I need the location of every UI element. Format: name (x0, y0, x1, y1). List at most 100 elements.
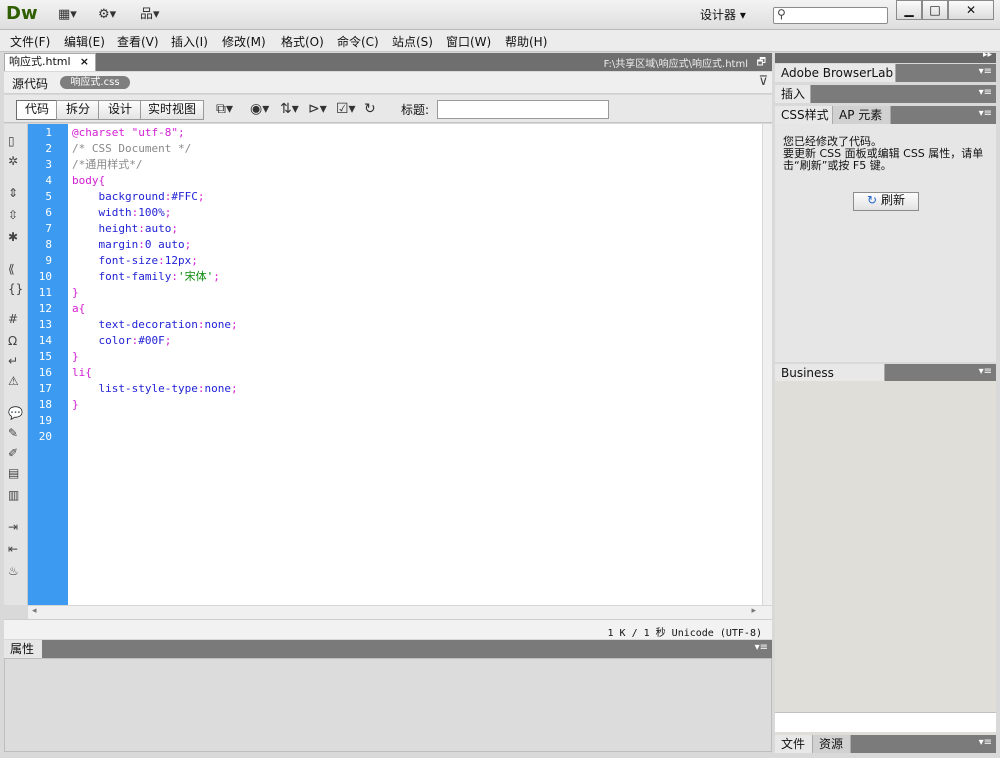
menu-commands[interactable]: 命令(C) (337, 33, 379, 50)
properties-panel-header: 属性 ▾≡ (4, 640, 772, 658)
browserlab-options-icon[interactable]: ▾≡ (979, 66, 992, 77)
line-number: 3 (45, 158, 52, 171)
related-file-css[interactable]: 响应式.css (60, 76, 130, 89)
file-info: 1 K / 1 秒 Unicode (UTF-8) (607, 628, 763, 639)
insert-tab[interactable]: 插入 (775, 85, 811, 103)
business-catalyst-panel-header: Business Catalyst ▾≡ (775, 364, 996, 398)
open-documents-icon[interactable]: ▯ (8, 134, 15, 148)
w3c-validation-icon[interactable]: ⊳▾ (308, 99, 327, 119)
multiscreen-icon[interactable]: ⧉▾ (216, 99, 233, 119)
workspace-switcher[interactable]: 设计器 ▾ (700, 6, 746, 24)
properties-tab[interactable]: 属性 (4, 640, 42, 658)
refresh-button-label: 刷新 (880, 193, 905, 207)
balance-braces-icon[interactable]: {} (8, 282, 23, 296)
code-line: } (72, 349, 79, 365)
apply-comment-icon[interactable]: 💬 (8, 406, 23, 420)
menu-help[interactable]: 帮助(H) (505, 33, 547, 50)
browserlab-tab[interactable]: Adobe BrowserLab (775, 64, 896, 82)
refresh-icon: ↻ (867, 193, 878, 207)
horizontal-scrollbar[interactable]: ◂ ▸ (28, 605, 772, 619)
code-token: margin (72, 238, 139, 251)
collapse-panels-icon[interactable]: ▸▸ (983, 50, 992, 60)
code-view-button[interactable]: 代码 (16, 100, 58, 120)
search-input[interactable]: ⚲ (773, 7, 888, 24)
title-input[interactable] (437, 100, 609, 119)
insert-panel-header: 插入 ▾≡ (775, 85, 996, 103)
code-token: height (72, 222, 139, 235)
application-bar: Dw ▦▾ ⚙▾ 品▾ 设计器 ▾ ⚲ ▁ □ ✕ (0, 0, 1000, 30)
extend-gear-icon[interactable]: ⚙▾ (98, 6, 116, 24)
business-catalyst-options-icon[interactable]: ▾≡ (979, 366, 992, 377)
maximize-button[interactable]: □ (922, 0, 948, 20)
code-line: } (72, 397, 79, 413)
layout-icon[interactable]: ▦▾ (58, 6, 77, 24)
css-styles-tab[interactable]: CSS样式 (775, 106, 833, 124)
move-css-icon[interactable]: ▥ (8, 488, 19, 502)
line-number-gutter: 1 2 3 4 5 6 7 8 9 10 11 12 13 14 15 16 17 18 19 20 (28, 124, 68, 605)
refresh-design-icon[interactable]: ↻ (364, 99, 376, 119)
format-source-icon[interactable]: ♨ (8, 564, 19, 578)
insert-options-icon[interactable]: ▾≡ (979, 87, 992, 98)
design-view-button[interactable]: 设计 (98, 100, 142, 120)
assets-tab[interactable]: 资源 (813, 735, 851, 753)
close-window-button[interactable]: ✕ (948, 0, 994, 20)
scroll-left-icon[interactable]: ◂ (32, 606, 37, 616)
document-tab[interactable]: 响应式.html × (4, 53, 96, 71)
code-token: li{ (72, 366, 92, 379)
line-number: 9 (45, 254, 52, 267)
line-number: 20 (38, 430, 52, 443)
line-number: 10 (38, 270, 52, 283)
preview-browser-icon[interactable]: ◉▾ (250, 99, 269, 119)
outdent-code-icon[interactable]: ⇤ (8, 542, 18, 556)
word-wrap-icon[interactable]: ↵ (8, 354, 18, 368)
wrap-tag-icon[interactable]: ✐ (8, 446, 18, 460)
business-catalyst-tab[interactable]: Business Catalyst (775, 364, 885, 398)
css-options-icon[interactable]: ▾≡ (979, 108, 992, 119)
source-code-tab[interactable]: 源代码 (12, 75, 48, 92)
menu-file[interactable]: 文件(F) (10, 33, 50, 50)
show-code-navigator-icon[interactable]: ✲ (8, 154, 18, 168)
menu-format[interactable]: 格式(O) (281, 33, 324, 50)
scroll-right-icon[interactable]: ▸ (751, 606, 756, 616)
recent-snippets-icon[interactable]: ▤ (8, 466, 19, 480)
live-view-button[interactable]: 实时视图 (140, 100, 204, 120)
select-parent-tag-icon[interactable]: ⟪ (8, 262, 15, 276)
syntax-error-alerts-icon[interactable]: ⚠ (8, 374, 19, 388)
collapse-selection-icon[interactable]: ⇳ (8, 208, 18, 222)
vertical-scrollbar[interactable] (762, 124, 772, 605)
menu-edit[interactable]: 编辑(E) (64, 33, 105, 50)
code-line: color:#00F; (72, 333, 171, 349)
line-numbers-icon[interactable]: # (8, 312, 18, 326)
highlight-invalid-code-icon[interactable]: Ω (8, 334, 17, 348)
filter-icon[interactable]: ⊽ (758, 74, 768, 89)
collapse-full-tag-icon[interactable]: ⇕ (8, 186, 18, 200)
title-label: 标题: (401, 103, 430, 117)
close-tab-icon[interactable]: × (80, 54, 89, 70)
file-management-icon[interactable]: ⇅▾ (280, 99, 299, 119)
menu-insert[interactable]: 插入(I) (171, 33, 208, 50)
split-view-button[interactable]: 拆分 (56, 100, 100, 120)
code-token: @charset "utf-8"; (72, 126, 185, 139)
code-token: ; (213, 270, 220, 283)
panel-input-strip[interactable] (775, 712, 996, 732)
code-token: 100% (138, 206, 165, 219)
menu-view[interactable]: 查看(V) (117, 33, 159, 50)
refresh-button[interactable]: ↻ 刷新 (853, 192, 919, 211)
menu-window[interactable]: 窗口(W) (446, 33, 491, 50)
files-options-icon[interactable]: ▾≡ (979, 737, 992, 748)
indent-code-icon[interactable]: ⇥ (8, 520, 18, 534)
line-number: 11 (38, 286, 52, 299)
visual-aids-icon[interactable]: ☑▾ (336, 99, 356, 119)
files-tab[interactable]: 文件 (775, 735, 813, 753)
menu-site[interactable]: 站点(S) (392, 33, 433, 50)
site-icon[interactable]: 品▾ (140, 6, 160, 24)
remove-comment-icon[interactable]: ✎ (8, 426, 18, 440)
restore-window-icon[interactable]: 🗗 (757, 55, 766, 72)
menu-modify[interactable]: 修改(M) (222, 33, 266, 50)
expand-all-icon[interactable]: ✱ (8, 230, 18, 244)
code-token: font-family (72, 270, 172, 283)
code-editor[interactable]: @charset "utf-8"; /* CSS Document */ /*通用样… (68, 124, 762, 605)
minimize-button[interactable]: ▁ (896, 0, 922, 20)
panel-options-icon[interactable]: ▾≡ (755, 642, 768, 653)
ap-elements-tab[interactable]: AP 元素 (833, 106, 891, 124)
